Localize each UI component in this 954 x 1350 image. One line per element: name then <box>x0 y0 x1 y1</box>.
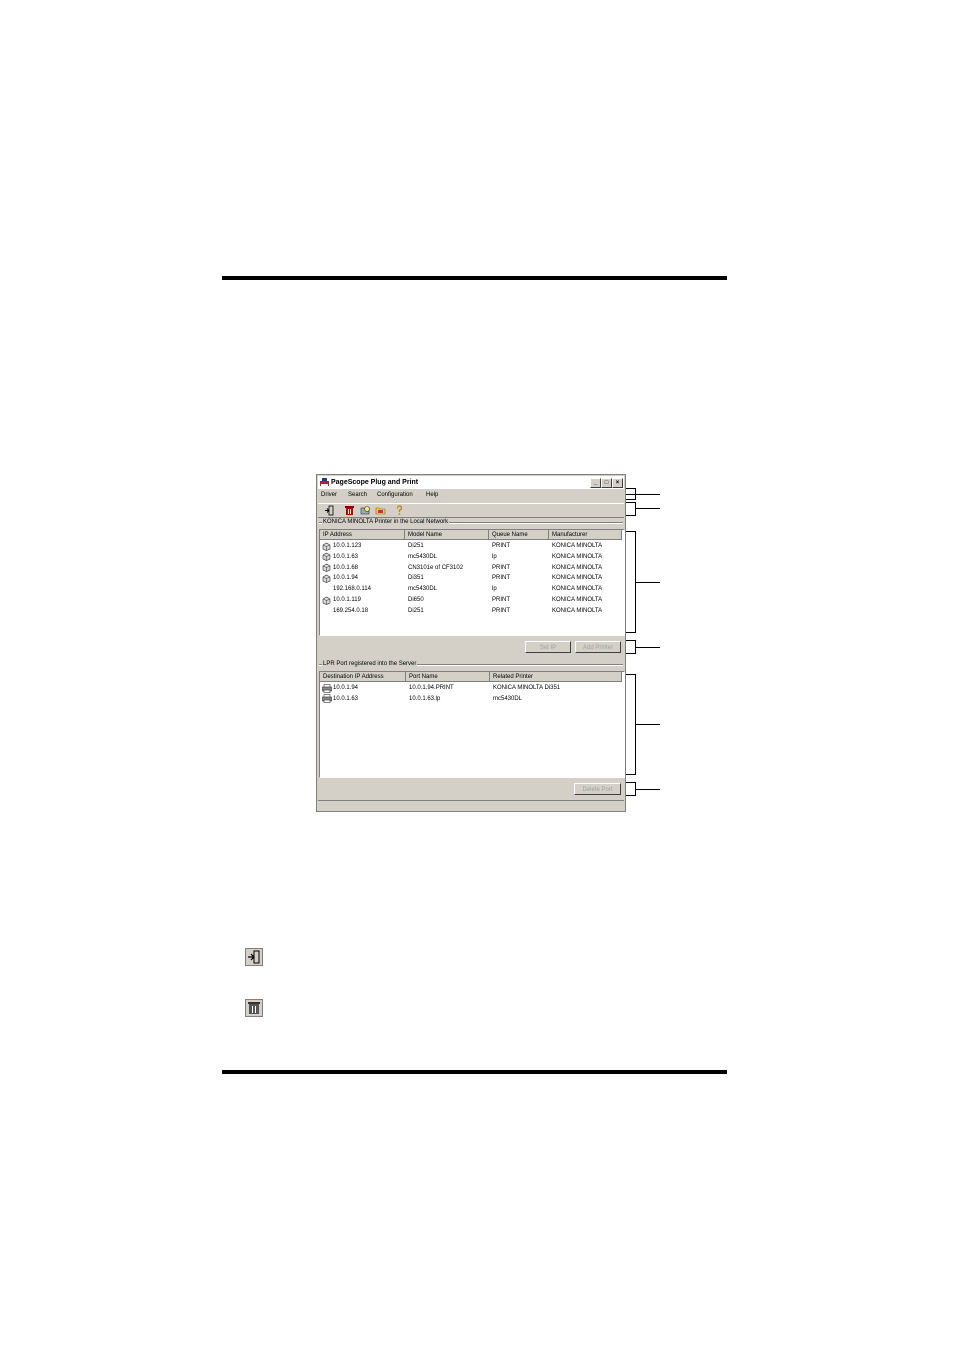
maximize-button[interactable]: □ <box>601 478 612 488</box>
row-ip-address[interactable]: 169.254.0.18 <box>333 607 368 615</box>
row-manufacturer: KONICA MINOLTA <box>552 564 603 571</box>
row-manufacturer: KONICA MINOLTA <box>552 597 603 603</box>
row-model-name: mc5430DL <box>408 586 438 593</box>
delete-port-button[interactable]: Delete Port <box>574 783 621 795</box>
row-manufacturer: KONICA MINOLTA <box>552 575 603 582</box>
row-model-name: Di351 <box>408 575 424 582</box>
top-rule <box>222 276 727 280</box>
add-printer-button[interactable]: Add Printer <box>575 641 621 653</box>
callout-printer-buttons-line <box>636 647 660 648</box>
row-queue-name: PRINT <box>492 607 510 614</box>
row-ip-address[interactable]: 10.0.1.68 <box>333 564 358 572</box>
row-ip-address[interactable]: 10.0.1.63 <box>333 553 358 561</box>
bracket-port-button <box>626 782 636 796</box>
printer-icon <box>322 596 331 605</box>
row-queue-name: PRINT <box>492 575 510 582</box>
exit-icon <box>245 948 263 966</box>
ports-group-label: LPR Port registered into the Server <box>322 660 418 668</box>
row-destination-ip[interactable]: 10.0.1.94 <box>333 684 358 692</box>
row-destination-ip[interactable]: 10.0.1.63 <box>333 695 358 703</box>
row-related-printer: mc5430DL <box>493 695 523 702</box>
row-manufacturer: KONICA MINOLTA <box>552 553 603 560</box>
help-icon[interactable] <box>394 505 405 516</box>
lpr-port-icon <box>322 683 332 693</box>
callout-toolbar-line <box>636 508 660 509</box>
row-manufacturer: KONICA MINOLTA <box>552 543 603 549</box>
callout-port-button-line <box>636 789 660 790</box>
row-queue-name: lp <box>492 586 497 593</box>
close-button[interactable]: × <box>612 478 623 488</box>
bracket-printers <box>626 531 636 633</box>
row-model-name: Di650 <box>408 597 424 603</box>
callout-printers-line <box>636 582 660 583</box>
app-window: PageScope Plug and Print _ □ × Driver Se… <box>316 474 626 812</box>
toolbar <box>318 503 624 518</box>
status-bar <box>318 800 624 810</box>
bottom-rule <box>222 1070 727 1074</box>
exit-icon[interactable] <box>324 505 335 516</box>
column-manufacturer[interactable]: Manufacturer <box>549 530 622 540</box>
menu-search[interactable]: Search <box>348 490 367 501</box>
search-printer-icon[interactable] <box>360 505 371 516</box>
printer-icon <box>322 552 331 562</box>
row-queue-name: lp <box>492 553 497 560</box>
row-queue-name: PRINT <box>492 564 510 571</box>
column-port-name[interactable]: Port Name <box>406 672 490 682</box>
menu-bar: Driver Search Configuration Help <box>318 490 624 501</box>
row-model-name: mc5430DL <box>408 553 438 560</box>
row-port-name: 10.0.1.94.PRINT <box>409 685 454 691</box>
folder-icon[interactable] <box>375 505 386 516</box>
row-model-name: CN3101e of CF3102 <box>408 564 464 571</box>
menu-help[interactable]: Help <box>426 490 438 501</box>
app-logo-icon <box>320 478 329 486</box>
bracket-menu <box>626 488 636 500</box>
column-destination-ip[interactable]: Destination IP Address <box>320 672 406 682</box>
title-bar[interactable]: PageScope Plug and Print _ □ × <box>318 476 624 489</box>
lpr-port-icon <box>322 694 332 704</box>
bracket-toolbar <box>626 502 636 516</box>
column-ip-address[interactable]: IP Address <box>320 530 405 540</box>
row-ip-address[interactable]: 10.0.1.123 <box>333 542 361 550</box>
set-ip-button[interactable]: Set IP <box>525 641 571 653</box>
delete-printer-icon[interactable] <box>344 505 355 516</box>
row-related-printer: KONICA MINOLTA Di351 <box>493 685 561 691</box>
column-model-name[interactable]: Model Name <box>405 530 489 540</box>
printer-icon <box>322 574 331 583</box>
menu-configuration[interactable]: Configuration <box>377 490 413 501</box>
printers-list[interactable]: IP Address Model Name Queue Name Manufac… <box>319 529 625 636</box>
column-queue-name[interactable]: Queue Name <box>489 530 549 540</box>
row-model-name: Di251 <box>408 543 424 549</box>
bracket-printer-buttons <box>626 640 636 654</box>
row-queue-name: PRINT <box>492 543 510 549</box>
delete-printer-icon <box>245 999 263 1017</box>
column-related-printer[interactable]: Related Printer <box>490 672 622 682</box>
row-manufacturer: KONICA MINOLTA <box>552 607 603 614</box>
row-port-name: 10.0.1.63.lp <box>409 695 441 702</box>
row-ip-address[interactable]: 10.0.1.94 <box>333 574 358 582</box>
minimize-button[interactable]: _ <box>590 478 601 488</box>
printer-icon <box>322 563 331 572</box>
row-manufacturer: KONICA MINOLTA <box>552 586 603 593</box>
callout-ports-line <box>636 724 660 725</box>
bracket-ports <box>626 674 636 775</box>
row-ip-address[interactable]: 192.168.0.114 <box>333 585 371 593</box>
window-title: PageScope Plug and Print <box>331 479 419 486</box>
row-ip-address[interactable]: 10.0.1.119 <box>333 596 361 604</box>
printer-icon <box>322 542 331 551</box>
ports-list[interactable]: Destination IP Address Port Name Related… <box>319 671 625 778</box>
row-model-name: Di251 <box>408 607 424 614</box>
printers-group-label: KONICA MINOLTA Printer in the Local Netw… <box>322 518 450 526</box>
row-queue-name: PRINT <box>492 597 510 603</box>
menu-driver[interactable]: Driver <box>321 490 337 501</box>
